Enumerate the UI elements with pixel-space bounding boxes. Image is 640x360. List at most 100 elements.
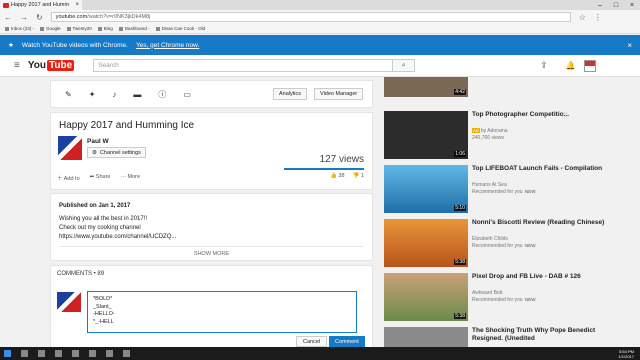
bookmark-item[interactable]: Inbox (23) - [5, 26, 34, 31]
clock-time: 5:54 PM [619, 348, 634, 354]
chrome-menu-icon[interactable]: ⋮ [594, 13, 602, 22]
search-icon[interactable] [21, 350, 28, 357]
cards-info-icon[interactable]: ⓘ [158, 89, 166, 100]
url-path: /watch?v=r0NK3jkDk4M8j [87, 14, 151, 20]
app-icon[interactable] [123, 350, 130, 357]
subtitles-cc-icon[interactable]: ▭ [183, 90, 191, 99]
back-icon[interactable]: ← [4, 13, 12, 22]
channel-avatar[interactable] [58, 136, 82, 160]
file-explorer-icon[interactable] [72, 350, 79, 357]
video-info-card: Happy 2017 and Humming Ice Paul W ⚙ Chan… [50, 112, 373, 190]
new-badge: NEW [523, 297, 537, 302]
list-item[interactable]: 5:10 Top LIFEBOAT Launch Fails - Compila… [384, 165, 634, 217]
browser-titlebar: Happy 2017 and Humm × – □ × [0, 0, 640, 10]
dislike-count: 1 [360, 173, 364, 179]
close-icon[interactable]: × [627, 41, 632, 50]
description-card: Published on Jan 1, 2017 Wishing you all… [50, 193, 373, 261]
ad-row: Ad by Adorama [472, 128, 508, 134]
windows-start-icon[interactable] [4, 350, 11, 357]
analytics-button[interactable]: Analytics [273, 88, 308, 100]
close-tab-icon[interactable]: × [75, 2, 79, 8]
bookmark-item[interactable]: Dashboard - [119, 26, 150, 31]
video-manager-button[interactable]: Video Manager [314, 88, 364, 100]
share-button[interactable]: ➦ Share [90, 174, 111, 182]
video-duration: 5:38 [454, 313, 466, 319]
store-icon[interactable] [89, 350, 96, 357]
task-view-icon[interactable] [38, 350, 45, 357]
channel-name: Humans At Sea [472, 182, 507, 188]
avatar[interactable] [583, 59, 596, 72]
video-title[interactable]: Pixel Drop and FB Live - DAB # 126 [472, 273, 622, 281]
edge-icon[interactable] [55, 350, 62, 357]
list-item[interactable]: 5:38 Nonni's Biscotti Review (Reading Ch… [384, 219, 634, 271]
system-clock[interactable]: 5:54 PM 1/1/2017 [618, 349, 634, 359]
video-title[interactable]: Nonni's Biscotti Review (Reading Chinese… [472, 219, 622, 227]
clock-date: 1/1/2017 [618, 353, 634, 359]
search-button[interactable]: ⌕ [393, 59, 416, 72]
star-icon[interactable]: ☆ [579, 13, 586, 22]
more-button[interactable]: ··· More [120, 174, 140, 182]
creator-toolbar: ✎ ✦ ♪ ▬ ⓘ ▭ Analytics Video Manager [50, 80, 373, 108]
cancel-button[interactable]: Cancel [296, 336, 328, 347]
comments-header: COMMENTS • 89 [57, 271, 105, 277]
comment-textarea[interactable]: *BOLD* _Slant_ -HELLO- *_-HELL [87, 291, 357, 333]
list-item[interactable]: The Shocking Truth Why Pope Benedict Res… [384, 327, 634, 347]
like-button[interactable]: 👍 38 [330, 173, 345, 179]
close-window-icon[interactable]: × [624, 2, 640, 9]
video-title[interactable]: Top LIFEBOAT Launch Fails - Compilation [472, 165, 622, 173]
video-thumbnail[interactable]: 5:38 [384, 219, 468, 267]
video-actions: ＋ Add to ➦ Share ··· More [57, 174, 140, 182]
comment-button[interactable]: Comment [329, 336, 365, 347]
url-field[interactable]: youtube.com/watch?v=r0NK3jkDk4M8j [50, 12, 571, 22]
audio-note-icon[interactable]: ♪ [112, 90, 116, 99]
tab-title: Happy 2017 and Humm [11, 2, 70, 8]
video-thumbnail[interactable] [384, 327, 468, 347]
upload-icon[interactable]: ⇪ [540, 60, 548, 71]
video-title[interactable]: Top Photographer Competitio... [472, 111, 622, 119]
notifications-icon[interactable]: 🔔 [566, 61, 576, 70]
video-duration: 1:06 [454, 151, 466, 157]
info-icon[interactable]: ⓘ [562, 111, 568, 120]
bookmarks-bar: Inbox (23) - Google Twenty20 Bing Dashbo… [0, 24, 640, 34]
add-to-button[interactable]: ＋ Add to [57, 174, 80, 182]
annotations-icon[interactable]: ▬ [133, 90, 141, 99]
video-thumbnail[interactable]: 5:38 [384, 273, 468, 321]
youtube-header: ≡ You Tube Search ⌕ ⇪ 🔔 [0, 55, 640, 77]
maximize-icon[interactable]: □ [608, 2, 624, 9]
view-count: 127 views [319, 154, 364, 165]
video-thumbnail[interactable]: 1:06 [384, 111, 468, 159]
bookmark-item[interactable]: Twenty20 [67, 26, 92, 31]
list-item[interactable]: 4:42 [384, 77, 634, 99]
youtube-logo[interactable]: You Tube [28, 60, 75, 71]
video-title[interactable]: The Shocking Truth Why Pope Benedict Res… [472, 327, 622, 343]
list-item[interactable]: 1:06 Top Photographer Competitio... Ad b… [384, 111, 634, 163]
browser-tab[interactable]: Happy 2017 and Humm × [0, 0, 82, 10]
show-more-button[interactable]: SHOW MORE [59, 246, 364, 257]
minimize-icon[interactable]: – [592, 2, 608, 9]
video-thumbnail[interactable]: 5:10 [384, 165, 468, 213]
recommendation-row: Recommended for you NEW [472, 189, 537, 195]
share-label: Share [95, 174, 111, 180]
url-host: youtube.com [55, 14, 88, 20]
video-thumbnail[interactable]: 4:42 [384, 77, 468, 97]
enhance-wand-icon[interactable]: ✦ [89, 90, 96, 99]
chrome-icon[interactable] [106, 350, 113, 357]
channel-name: by Adorama [480, 128, 508, 134]
comments-card: COMMENTS • 89 *BOLD* _Slant_ -HELLO- *_-… [50, 265, 373, 348]
reload-icon[interactable]: ↻ [36, 13, 43, 22]
channel-settings-button[interactable]: ⚙ Channel settings [87, 147, 146, 158]
search-input[interactable]: Search [93, 59, 394, 72]
video-duration: 4:42 [454, 89, 466, 95]
get-chrome-link[interactable]: Yes, get Chrome now. [136, 42, 199, 49]
list-item[interactable]: 5:38 Pixel Drop and FB Live - DAB # 126 … [384, 273, 634, 325]
description-link[interactable]: https://www.youtube.com/channel/UCDZQ... [59, 233, 364, 242]
forward-icon[interactable]: → [20, 13, 28, 22]
channel-name[interactable]: Paul W [87, 138, 109, 145]
bookmark-item[interactable]: Google [40, 26, 61, 31]
dislike-button[interactable]: 👎 1 [353, 173, 364, 179]
bookmark-item[interactable]: Divas Can Cook · Old [156, 26, 206, 31]
bookmark-item[interactable]: Bing [98, 26, 113, 31]
video-duration: 5:10 [454, 205, 466, 211]
edit-pencil-icon[interactable]: ✎ [65, 90, 72, 99]
hamburger-menu-icon[interactable]: ≡ [14, 60, 20, 71]
